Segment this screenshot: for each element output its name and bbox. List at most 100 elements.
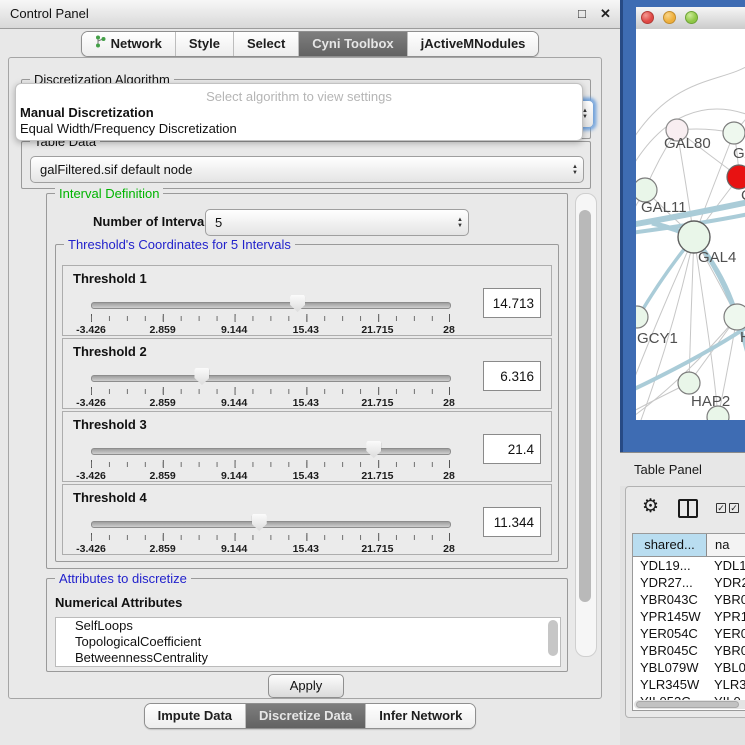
column-header-shared-name[interactable]: shared... [633,534,707,556]
node-gcy1[interactable] [636,306,648,328]
threshold-4-slider[interactable]: -3.426 2.859 9.144 15.43 21.715 28 [91,511,449,551]
zoom-traffic-light-icon[interactable] [685,11,698,24]
thresholds-group: Threshold's Coordinates for 5 Intervals … [55,244,559,562]
threshold-4-label: Threshold 4 [73,490,147,505]
minimize-traffic-light-icon[interactable] [663,11,676,24]
dropdown-option-equal-width[interactable]: Equal Width/Frequency Discretization [20,121,237,136]
numerical-attributes-list[interactable]: SelfLoops TopologicalCoefficient Between… [55,617,561,667]
close-icon[interactable]: ✕ [600,6,611,22]
threshold-4-panel: Threshold 4 -3.426 2.859 9.144 15.43 21.… [62,484,552,555]
network-graph[interactable] [636,29,745,420]
tab-group: Network Style Select Cyni Toolbox jActiv… [81,31,540,57]
node-hap2[interactable] [678,372,700,394]
node-label-gal80: GAL80 [664,135,711,152]
close-traffic-light-icon[interactable] [641,11,654,24]
threshold-4-value[interactable]: 11.344 [483,507,541,537]
list-item[interactable]: SelfLoops [56,618,560,634]
table-row[interactable]: YBL079W YBL0 [633,659,745,676]
interval-definition-group: Interval Definition Number of Intervals … [46,193,568,569]
table-data-group: Table Data galFiltered.sif default node … [21,141,591,189]
table-header-row: shared... na [633,534,745,557]
threshold-2-panel: Threshold 2 -3.426 2.859 9.144 15.43 21.… [62,338,552,409]
slider-thumb[interactable] [194,368,209,385]
attributes-group: Attributes to discretize Numerical Attri… [46,578,568,672]
top-tabbar: Network Style Select Cyni Toolbox jActiv… [0,31,620,57]
slider-track[interactable] [91,375,451,382]
slider-track[interactable] [91,302,451,309]
group-title-thresholds: Threshold's Coordinates for 5 Intervals [64,237,295,252]
node-label-ga: GA [733,145,745,162]
tab-infer-network[interactable]: Infer Network [365,704,475,728]
network-window[interactable]: GAL80 GA C GAL11 GAL4 GCY1 H HAP2 [620,0,745,452]
table-row[interactable]: YLR345W YLR3 [633,676,745,693]
threshold-1-slider[interactable]: -3.426 2.859 9.144 15.43 21.715 28 [91,292,449,332]
node-label-h: H [740,329,745,346]
table-row[interactable]: YER054C YER0 [633,625,745,642]
table-data-combobox[interactable]: galFiltered.sif default node ▲▼ [30,156,584,183]
node-h[interactable] [724,304,745,330]
bottom-tab-group: Impute Data Discretize Data Infer Networ… [144,703,477,729]
slider-thumb[interactable] [366,441,381,458]
tab-network[interactable]: Network [82,32,175,56]
tab-discretize-data[interactable]: Discretize Data [245,704,365,728]
table-row[interactable]: YDR27... YDR2 [633,574,745,591]
float-window-icon[interactable]: □ [578,6,586,21]
threshold-1-value[interactable]: 14.713 [483,288,541,318]
table-panel-title: Table Panel [634,462,702,477]
panel-scrollbar[interactable] [575,193,597,657]
slider-track[interactable] [91,521,451,528]
tab-cyni-toolbox[interactable]: Cyni Toolbox [298,32,406,56]
list-item[interactable]: TopologicalCoefficient [56,634,560,650]
gear-icon[interactable]: ⚙ [642,495,659,518]
threshold-2-value[interactable]: 6.316 [483,361,541,391]
tick-labels: -3.426 2.859 9.144 15.43 21.715 28 [91,543,449,555]
stepper-icon: ▲▼ [567,164,583,176]
node-green[interactable] [723,122,745,144]
table-panel-body: ⚙ ✓ ✓ shared... na YDL19... YDL1 YDR27..… [625,486,745,718]
tab-network-label: Network [111,32,162,56]
table-horizontal-scrollbar-thumb[interactable] [636,701,739,708]
tab-select[interactable]: Select [233,32,298,56]
table-row[interactable]: YBR045C YBR0 [633,642,745,659]
tick-labels: -3.426 2.859 9.144 15.43 21.715 28 [91,324,449,336]
tab-style[interactable]: Style [175,32,233,56]
threshold-2-label: Threshold 2 [73,344,147,359]
node-label-gal4: GAL4 [698,249,736,266]
numerical-attributes-label: Numerical Attributes [55,595,182,610]
tab-jactivemnodules[interactable]: jActiveMNodules [407,32,539,56]
number-of-intervals-combobox[interactable]: 5 ▲▼ [205,209,469,236]
network-window-titlebar[interactable] [636,7,745,30]
slider-track[interactable] [91,448,451,455]
tab-impute-data[interactable]: Impute Data [145,704,245,728]
table-row[interactable]: YDL19... YDL1 [633,557,745,574]
table-panel-header: Table Panel [620,452,745,487]
node-red-selected[interactable] [727,165,745,189]
apply-button[interactable]: Apply [268,674,344,698]
screen: Control Panel □ ✕ Network Style Select [0,0,745,745]
slider-thumb[interactable] [290,295,305,312]
column-header-name[interactable]: na [707,534,745,556]
dropdown-option-manual[interactable]: Manual Discretization [20,105,154,120]
column-split-icon[interactable] [678,499,698,518]
threshold-3-value[interactable]: 21.4 [483,434,541,464]
cyni-main-panel: Discretization Algorithm ▲▼ Select algor… [8,57,602,699]
network-canvas[interactable]: GAL80 GA C GAL11 GAL4 GCY1 H HAP2 [636,29,745,420]
node-label-c: C [741,187,745,204]
tick-labels: -3.426 2.859 9.144 15.43 21.715 28 [91,397,449,409]
table-horizontal-scrollbar[interactable] [634,700,745,709]
list-scrollbar-thumb[interactable] [548,620,558,656]
stepper-icon: ▲▼ [452,217,468,229]
list-item[interactable]: BetweennessCentrality [56,650,560,666]
node-table[interactable]: shared... na YDL19... YDL1 YDR27... YDR2… [632,533,745,711]
dropdown-hint: Select algorithm to view settings [16,89,582,104]
checkbox-icon[interactable]: ✓ [729,503,739,513]
threshold-3-slider[interactable]: -3.426 2.859 9.144 15.43 21.715 28 [91,438,449,478]
slider-thumb[interactable] [252,514,267,531]
bottom-tabbar: Impute Data Discretize Data Infer Networ… [0,703,620,729]
control-panel-titlebar: Control Panel □ ✕ [0,0,620,29]
checkbox-icon[interactable]: ✓ [716,503,726,513]
threshold-2-slider[interactable]: -3.426 2.859 9.144 15.43 21.715 28 [91,365,449,405]
table-row[interactable]: YPR145W YPR1 [633,608,745,625]
panel-scrollbar-thumb[interactable] [579,210,591,602]
table-row[interactable]: YBR043C YBR0 [633,591,745,608]
